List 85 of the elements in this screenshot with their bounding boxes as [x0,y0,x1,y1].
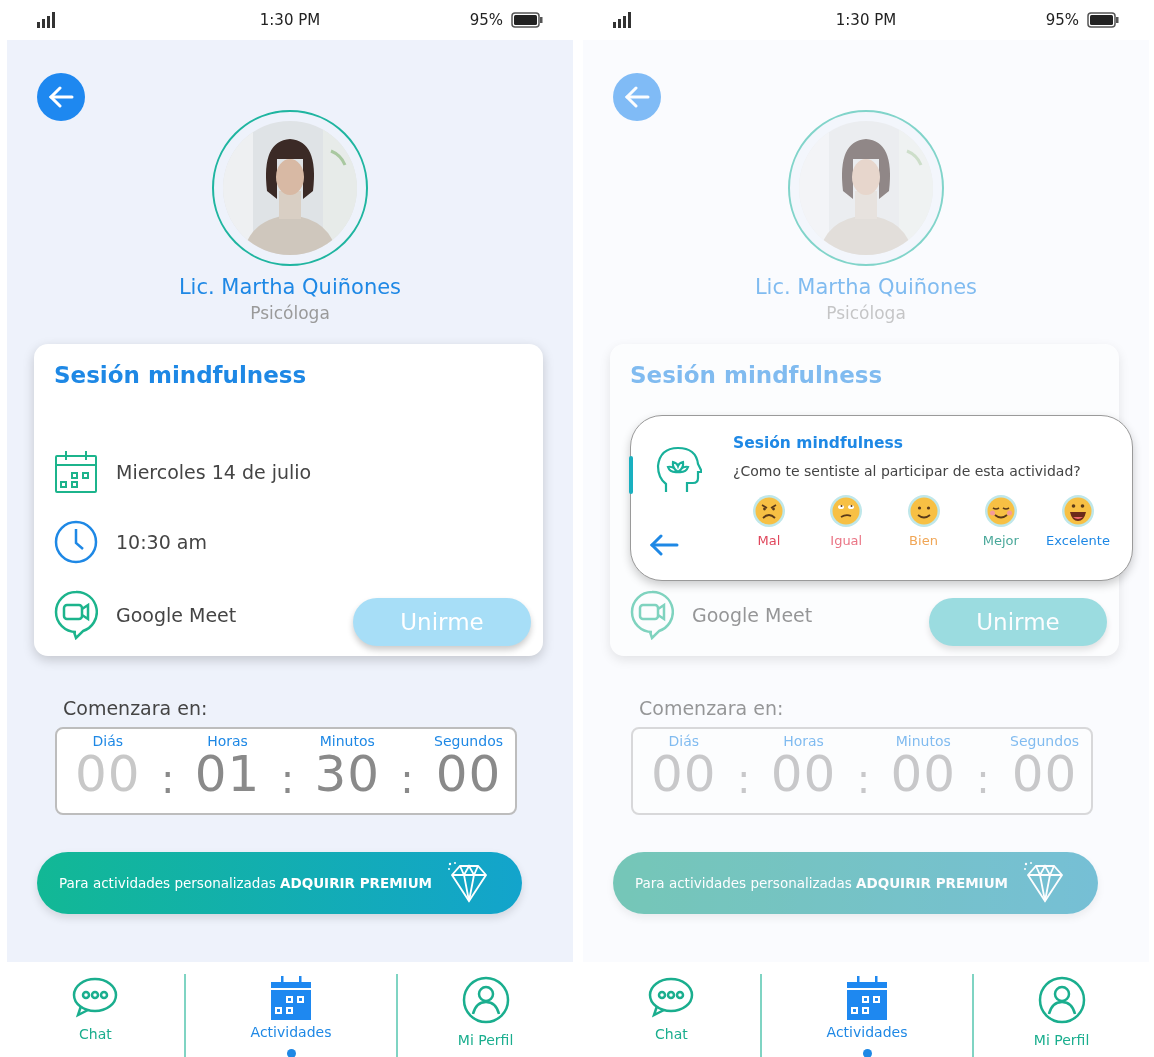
countdown-value: 00 [435,749,502,800]
colon-separator: : [856,754,871,804]
active-dot [287,1049,296,1057]
unit-label: Horas [783,732,824,750]
video-chat-icon [54,590,98,641]
session-title: Sesión mindfulness [630,361,884,391]
signal-icon [613,12,631,28]
rating-label: Excelente [1046,532,1110,551]
premium-banner[interactable]: Para actividades personalizadas ADQUIRIR PREMIUM [37,851,523,914]
emoji-face-icon [752,494,786,529]
doctor-name: Lic. Martha Quiñones [177,274,403,301]
head-lotus-icon [656,446,702,494]
session-detail: Miercoles 14 de julio [116,459,312,485]
calendar-icon [270,976,312,1020]
back-button[interactable] [649,534,679,556]
chat-icon [648,976,695,1018]
unit-label: Minutos [895,732,951,750]
session-detail: Google Meet [692,602,813,628]
colon-separator: : [736,754,751,804]
rating-option[interactable]: Bien [887,494,960,551]
nav-tab[interactable]: Actividades [826,976,908,1056]
arrow-left-icon [48,86,74,108]
colon-separator: : [280,754,295,804]
nav-tab[interactable]: Actividades [250,976,332,1056]
emoji-face-icon [1061,494,1095,529]
colon-separator: : [976,754,990,804]
premium-banner[interactable]: Para actividades personalizadas ADQUIRIR PREMIUM [613,851,1099,914]
chat-icon [72,976,119,1018]
colon-separator: : [160,754,175,804]
unit-label: Segundos [1010,732,1079,750]
dialog-title: Sesión mindfulness [733,433,904,454]
countdown-label: Comenzara en: [639,696,785,722]
countdown-value: 01 [194,749,261,800]
rating-option[interactable]: Igual [810,494,883,551]
rating-label: Mal [757,532,781,551]
active-dot [863,1049,872,1057]
dialog-question: ¿Como te sentiste al participar de esta actividad? [733,462,1082,482]
battery-level: 95% [1045,9,1079,31]
back-button[interactable] [613,73,661,121]
nav-tab[interactable]: Mi Perfil [457,976,514,1056]
doctor-role: Psicóloga [825,303,907,323]
doctor-name: Lic. Martha Quiñones [753,274,979,301]
emoji-face-icon [983,494,1018,529]
back-button[interactable] [37,73,85,121]
signal-icon [37,12,55,28]
countdown-value: 30 [314,749,381,800]
join-button[interactable]: Unirme [929,598,1107,647]
doctor-role: Psicóloga [249,303,331,323]
rating-option[interactable]: Excelente [1042,494,1114,551]
emoji-face-icon [906,494,941,529]
clock-icon [54,520,98,565]
battery-level: 95% [469,9,503,31]
nav-tab[interactable]: Chat [72,976,119,1056]
unit-label: Horas [207,732,248,750]
unit-label: Diás [668,732,700,750]
session-detail: 10:30 am [116,529,207,555]
countdown-label: Comenzara en: [63,696,209,722]
tab-indicator [629,456,633,494]
unit-label: Diás [92,732,124,750]
unit-label: Minutos [319,732,375,750]
battery-icon [1087,12,1119,28]
emoji-face-icon [829,494,864,529]
premium-text: Para actividades personalizadas ADQUIRIR PREMIUM [59,873,433,893]
profile-icon [461,976,510,1024]
video-chat-icon [630,590,674,641]
unit-label: Segundos [434,732,503,750]
session-title: Sesión mindfulness [54,361,308,391]
rating-option[interactable]: Mal [733,494,805,551]
session-detail: Google Meet [116,602,237,628]
status-time: 1:30 PM [259,9,321,31]
nav-tab[interactable]: Chat [648,976,695,1056]
colon-separator: : [400,754,414,804]
premium-text: Para actividades personalizadas ADQUIRIR PREMIUM [635,873,1009,893]
battery-icon [511,12,543,28]
rating-label: Mejor [982,532,1019,551]
rating-label: Bien [909,532,938,551]
arrow-left-icon [649,534,679,556]
calendar-icon [54,450,98,495]
calendar-icon [846,976,888,1020]
nav-tab[interactable]: Mi Perfil [1033,976,1090,1056]
rating-label: Igual [830,532,863,551]
arrow-left-icon [624,86,650,108]
profile-icon [1037,976,1086,1024]
status-time: 1:30 PM [835,9,897,31]
rating-option[interactable]: Mejor [964,494,1037,551]
